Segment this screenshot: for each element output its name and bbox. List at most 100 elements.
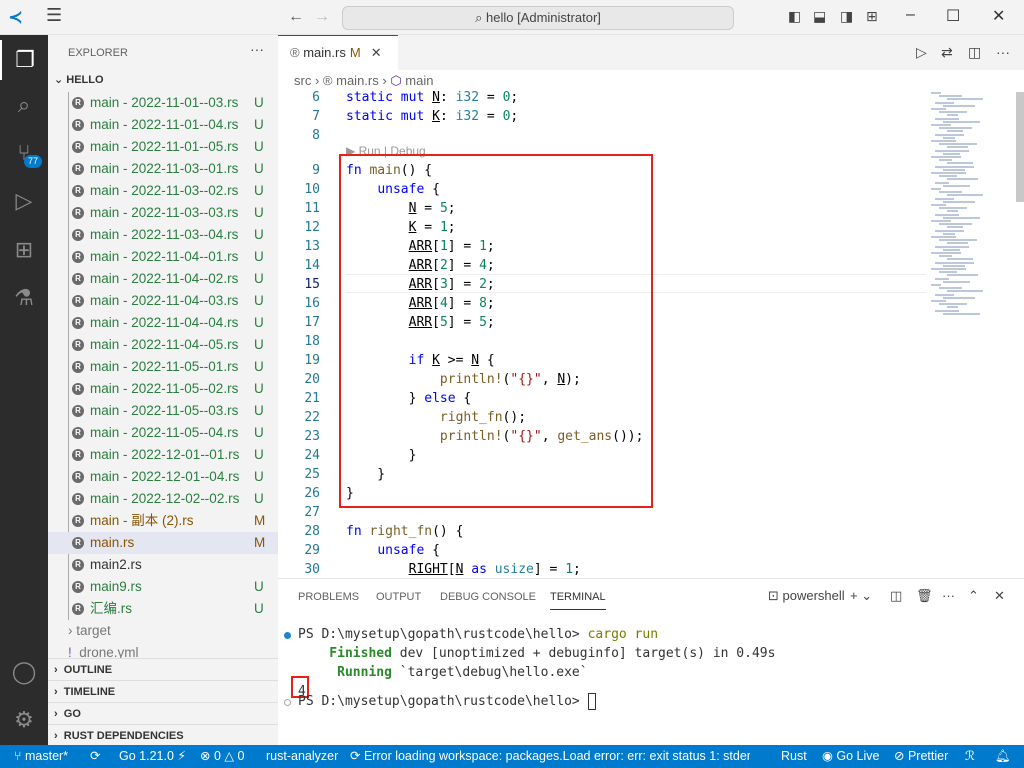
rust-file-icon: R [72, 141, 84, 153]
search-icon[interactable]: ⌕ [0, 85, 48, 125]
breadcrumb-file[interactable]: main.rs [336, 73, 379, 88]
tab-debug-console[interactable]: DEBUG CONSOLE [440, 591, 536, 603]
settings-gear-icon[interactable]: ⚙ [0, 700, 48, 740]
rust-file-icon: ® [322, 73, 333, 88]
file-item[interactable]: Rmain - 2022-11-03--02.rs U [48, 180, 278, 202]
file-item[interactable]: Rmain9.rs U [48, 576, 278, 598]
editor-tabs: ® main.rs M ✕ ▷ ⇄ ◫ ··· [278, 35, 1024, 70]
minimap-line [939, 207, 967, 210]
branch-status[interactable]: ⑂ master* [14, 745, 68, 768]
more-actions-icon[interactable]: ··· [250, 41, 264, 57]
code-token: static [346, 109, 401, 124]
file-item[interactable]: Rmain - 2022-11-05--02.rs U [48, 378, 278, 400]
code-line[interactable]: fn right_fn() { [346, 522, 463, 541]
sync-icon[interactable]: ⟳ [90, 745, 100, 768]
file-item[interactable]: Rmain - 副本 (2).rs M [48, 510, 278, 532]
close-window-button[interactable]: ✕ [992, 6, 1005, 26]
workspace-error-message[interactable]: ⟳ Error loading workspace: packages.Load… [350, 745, 750, 768]
file-item[interactable]: Rmain - 2022-11-04--02.rs U [48, 268, 278, 290]
tab-problems[interactable]: PROBLEMS [298, 591, 359, 603]
run-debug-icon[interactable]: ▷ [0, 181, 48, 221]
menu-icon[interactable]: ☰ [46, 5, 62, 26]
new-terminal-icon[interactable]: + ⌄ [850, 588, 872, 604]
minimap[interactable] [925, 92, 1015, 322]
run-icon[interactable]: ▷ [916, 44, 927, 61]
section-timeline[interactable]: › TIMELINE [48, 680, 278, 702]
activity-bar: ❐ ⌕ ⑂ 77 ▷ ⊞ ⚗ ◯ ⚙ [0, 35, 48, 745]
file-item[interactable]: Rmain - 2022-12-02--02.rs U [48, 488, 278, 510]
layout-icon[interactable]: ⊞ [866, 8, 878, 25]
extensions-icon[interactable]: ⊞ [0, 230, 48, 270]
source-control-icon[interactable]: ⑂ 77 [0, 133, 48, 173]
git-status: U [254, 315, 264, 330]
tab-main-rs[interactable]: ® main.rs M ✕ [278, 35, 398, 70]
feedback-icon[interactable]: ℛ [965, 745, 975, 768]
file-item[interactable]: Rmain.rs M [48, 532, 278, 554]
file-item[interactable]: Rmain - 2022-11-01--04.rs U [48, 114, 278, 136]
minimize-button[interactable]: – [906, 6, 915, 24]
code-line[interactable]: static mut K: i32 = 0; [346, 107, 518, 126]
minimap-line [947, 114, 958, 117]
problems-status[interactable]: ⊗ 0 △ 0 [200, 745, 244, 768]
minimap-line [935, 101, 954, 104]
file-item[interactable]: Rmain2.rs [48, 554, 278, 576]
section-rust-dependencies[interactable]: › RUST DEPENDENCIES [48, 724, 278, 745]
file-item[interactable]: Rmain - 2022-12-01--04.rs U [48, 466, 278, 488]
code-line[interactable]: RIGHT[N as usize] = 1; [346, 560, 581, 578]
back-icon[interactable]: ← [288, 8, 304, 26]
notifications-bell-icon[interactable]: 🔔︎ [995, 745, 1011, 768]
code-line[interactable]: unsafe { [346, 541, 440, 560]
breadcrumb-src[interactable]: src [294, 73, 311, 88]
toggle-panel-icon[interactable]: ⬓ [813, 8, 826, 25]
file-item[interactable]: Rmain - 2022-11-04--04.rs U [48, 312, 278, 334]
explorer-icon[interactable]: ❐ [0, 40, 48, 80]
section-go[interactable]: › GO [48, 702, 278, 724]
testing-icon[interactable]: ⚗ [0, 278, 48, 318]
file-item[interactable]: Rmain - 2022-11-01--05.rs U [48, 136, 278, 158]
terminal-shell-selector[interactable]: ⊡ powershell [768, 588, 845, 604]
maximize-panel-icon[interactable]: ⌃ [968, 588, 979, 604]
file-item[interactable]: Rmain - 2022-11-05--04.rs U [48, 422, 278, 444]
file-name: main - 2022-12-01--04.rs [90, 469, 240, 484]
compare-changes-icon[interactable]: ⇄ [941, 44, 953, 61]
tab-output[interactable]: OUTPUT [376, 591, 421, 603]
toggle-secondary-sidebar-icon[interactable]: ◨ [840, 8, 853, 25]
file-item[interactable]: Rmain - 2022-11-05--03.rs U [48, 400, 278, 422]
split-editor-icon[interactable]: ◫ [968, 44, 981, 61]
section-outline[interactable]: › OUTLINE [48, 658, 278, 680]
more-icon[interactable]: ··· [996, 44, 1010, 60]
breadcrumb-symbol[interactable]: main [405, 73, 433, 88]
file-item[interactable]: Rmain - 2022-11-04--03.rs U [48, 290, 278, 312]
editor-scrollbar[interactable] [1016, 92, 1024, 202]
close-panel-icon[interactable]: ✕ [994, 588, 1005, 604]
folder-target[interactable]: › target [48, 620, 278, 642]
file-item[interactable]: Rmain - 2022-11-05--01.rs U [48, 356, 278, 378]
maximize-button[interactable]: ☐ [946, 6, 960, 26]
file-item[interactable]: Rmain - 2022-11-03--01.rs U [48, 158, 278, 180]
file-item[interactable]: Rmain - 2022-11-04--01.rs U [48, 246, 278, 268]
code-line[interactable]: static mut N: i32 = 0; [346, 88, 518, 107]
tab-terminal[interactable]: TERMINAL [550, 591, 606, 610]
more-icon[interactable]: ··· [942, 588, 955, 603]
toggle-sidebar-icon[interactable]: ◧ [788, 8, 801, 25]
split-terminal-icon[interactable]: ◫ [890, 588, 902, 604]
file-item[interactable]: Rmain - 2022-11-03--03.rs U [48, 202, 278, 224]
go-version[interactable]: Go 1.21.0 ⚡ [119, 745, 186, 768]
go-live-button[interactable]: ◉ Go Live [822, 745, 879, 768]
file-item[interactable]: Rmain - 2022-12-01--01.rs U [48, 444, 278, 466]
file-item[interactable]: Rmain - 2022-11-03--04.rs U [48, 224, 278, 246]
kill-terminal-icon[interactable]: 🗑 [916, 588, 933, 604]
file-item[interactable]: Rmain - 2022-11-04--05.rs U [48, 334, 278, 356]
workspace-root[interactable]: ⌄ HELLO [54, 73, 104, 86]
terminal-prompt[interactable]: PS D:\mysetup\gopath\rustcode\hello> [298, 692, 596, 711]
prettier-status[interactable]: ⊘ Prettier [894, 745, 948, 768]
language-mode[interactable]: Rust [781, 745, 807, 768]
file-item[interactable]: Rmain - 2022-11-01--03.rs U [48, 92, 278, 114]
account-icon[interactable]: ◯ [0, 652, 48, 692]
rust-analyzer-status[interactable]: rust-analyzer [266, 745, 338, 768]
close-tab-icon[interactable]: ✕ [371, 45, 382, 60]
command-center[interactable]: ⌕ hello [Administrator] [342, 6, 734, 30]
file-name: main - 2022-11-03--04.rs [90, 227, 239, 242]
forward-icon[interactable]: → [314, 8, 330, 26]
file-item[interactable]: R 汇编.rs U [48, 598, 278, 620]
